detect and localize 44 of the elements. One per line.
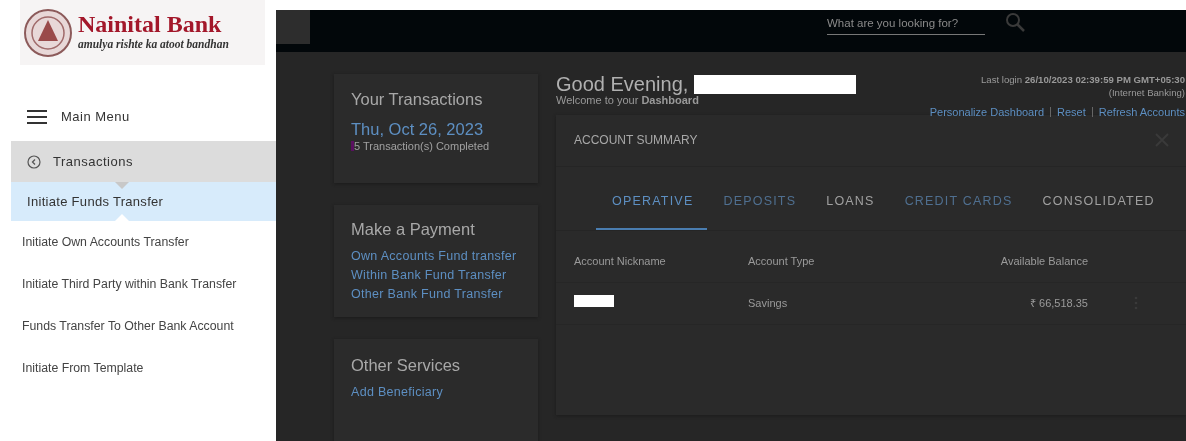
pointer-icon	[115, 214, 129, 221]
table-cell-text: ₹ 66,518.35	[1029, 295, 1088, 311]
dashboard-link[interactable]: Personalize Dashboard	[929, 104, 1045, 121]
section-header[interactable]: Transactions	[11, 141, 276, 182]
column-header: Account Nickname	[574, 253, 667, 269]
redaction-block	[574, 294, 614, 307]
card-link[interactable]: Own Accounts Fund transfer	[351, 249, 521, 263]
tab[interactable]: CONSOLIDATED	[1028, 174, 1169, 230]
marker-icon	[351, 141, 354, 152]
card-link[interactable]: Other Bank Fund Transfer	[351, 288, 521, 302]
column-header: Available Balance	[999, 253, 1088, 269]
tab[interactable]: LOANS	[812, 174, 889, 230]
section-title: Transactions	[53, 152, 133, 171]
menu-item[interactable]: Initiate From Template	[11, 347, 276, 389]
search-icon[interactable]	[1005, 12, 1025, 32]
status-text: 5 Transaction(s) Completed	[354, 138, 490, 154]
card-title: Make a Payment	[351, 219, 476, 240]
tab[interactable]: OPERATIVE	[596, 174, 708, 230]
card-link[interactable]: Within Bank Fund Transfer	[351, 268, 521, 282]
table-cell-text: Savings	[748, 295, 789, 311]
logo-tagline: amulya rishte ka atoot bandhan	[78, 36, 229, 53]
main-menu-label[interactable]: Main Menu	[61, 107, 130, 127]
menu-icon[interactable]	[27, 110, 47, 124]
dashboard-link[interactable]: Refresh Accounts	[1098, 104, 1185, 121]
emblem-icon	[24, 8, 72, 57]
logo-text: Nainital Bank	[78, 11, 223, 36]
back-icon	[27, 154, 41, 169]
date-text: Thu, Oct 26, 2023	[351, 119, 485, 138]
pointer-icon	[115, 182, 129, 189]
menu-item[interactable]: Initiate Third Party within Bank Transfer	[11, 263, 276, 305]
last-login-text: Last login 26/10/2023 02:39:59 PM GMT+05:30	[981, 74, 1186, 87]
menu-item[interactable]: Initiate Funds Transfer	[11, 182, 276, 221]
card-link[interactable]: Add Beneficiary	[351, 385, 521, 399]
menu-item[interactable]: Initiate Own Accounts Transfer	[11, 221, 276, 263]
welcome-text: Welcome to your Dashboard	[556, 94, 700, 107]
logo-fragment	[276, 10, 310, 44]
channel-text: (Internet Banking)	[1107, 86, 1186, 100]
column-header: Account Type	[748, 253, 816, 269]
dashboard-link[interactable]: Reset	[1057, 104, 1086, 121]
search-field[interactable]: What are you looking for?	[827, 15, 985, 35]
menu-item[interactable]: Funds Transfer To Other Bank Account	[11, 305, 276, 347]
card-title: Other Services	[351, 355, 462, 376]
panel-title: ACCOUNT SUMMARY	[574, 132, 698, 150]
card-title: Your Transactions	[351, 89, 484, 110]
